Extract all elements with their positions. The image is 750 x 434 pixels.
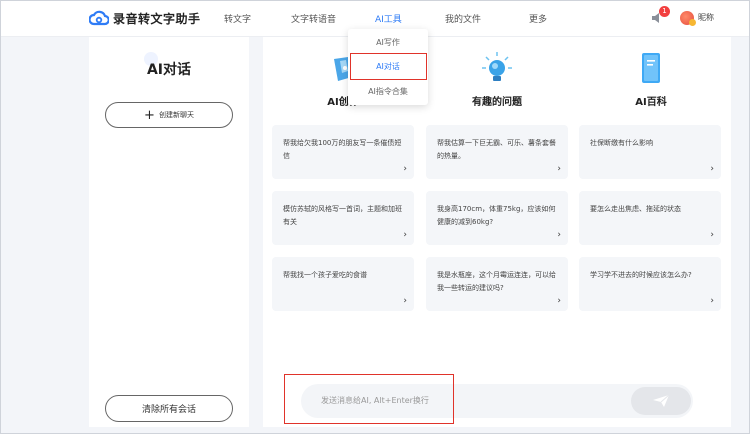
prompt-card[interactable]: 模仿苏轼的风格写一首词，主题和加班有关 ›: [272, 191, 414, 245]
book-icon: [642, 53, 660, 83]
nav-item-more[interactable]: 更多: [529, 12, 547, 25]
dropdown-selection-highlight: [350, 53, 427, 80]
chat-input-highlight: [284, 374, 454, 424]
clear-all-sessions-button[interactable]: 清除所有会话: [105, 395, 233, 422]
new-chat-button[interactable]: + 创建新聊天: [105, 102, 233, 128]
prompt-text: 帮我给欠我100万的朋友写一条催债短信: [283, 139, 402, 160]
chevron-right-icon: ›: [403, 230, 407, 240]
sidebar: AI对话 + 创建新聊天 清除所有会话: [89, 37, 249, 427]
vip-badge-icon: [689, 19, 696, 26]
prompt-card[interactable]: 我是水瓶座，这个月霉运连连，可以给我一些转运的建议吗? ›: [426, 257, 568, 311]
chevron-right-icon: ›: [710, 164, 714, 174]
notification-badge: 1: [659, 6, 670, 17]
prompt-text: 要怎么走出焦虑、拖延的状态: [590, 205, 681, 213]
dropdown-item-ai-prompts[interactable]: AI指令合集: [348, 86, 428, 97]
prompt-text: 学习学不进去的时候应该怎么办?: [590, 271, 692, 279]
sidebar-title: AI对话: [146, 62, 192, 78]
plus-icon: +: [144, 107, 155, 123]
send-icon: [653, 394, 670, 407]
main-panel: AI创作 有趣的问题 AI百科 帮我给欠我100万的朋友写一条催债短信 › 帮我…: [263, 37, 731, 427]
send-button[interactable]: [631, 387, 691, 415]
nav-item-ai-tools[interactable]: AI工具: [375, 12, 402, 25]
chevron-right-icon: ›: [557, 164, 561, 174]
chevron-right-icon: ›: [710, 296, 714, 306]
chevron-right-icon: ›: [403, 296, 407, 306]
category-title: AI百科: [635, 97, 667, 108]
chevron-right-icon: ›: [557, 230, 561, 240]
app-logo[interactable]: 录音转文字助手: [89, 9, 201, 27]
category-ai-encyclopedia[interactable]: AI百科: [581, 51, 721, 108]
prompt-card[interactable]: 我身高170cm，体重75kg，应该如何健康的减到60kg? ›: [426, 191, 568, 245]
app-name: 录音转文字助手: [113, 11, 201, 26]
lightbulb-icon: [482, 52, 512, 81]
prompt-card[interactable]: 帮我给欠我100万的朋友写一条催债短信 ›: [272, 125, 414, 179]
prompt-text: 帮我找一个孩子爱吃的食谱: [283, 271, 367, 279]
prompt-card[interactable]: 帮我估算一下巨无霸、可乐、薯条套餐的热量。 ›: [426, 125, 568, 179]
chevron-right-icon: ›: [403, 164, 407, 174]
chevron-right-icon: ›: [710, 230, 714, 240]
prompt-text: 模仿苏轼的风格写一首词，主题和加班有关: [283, 205, 402, 226]
nav-item-text-to-speech[interactable]: 文字转语音: [291, 12, 336, 25]
nav-item-transcribe[interactable]: 转文字: [224, 12, 251, 25]
prompt-card[interactable]: 要怎么走出焦虑、拖延的状态 ›: [579, 191, 721, 245]
prompt-card[interactable]: 社保断缴有什么影响 ›: [579, 125, 721, 179]
new-chat-label: 创建新聊天: [158, 111, 194, 119]
prompt-card[interactable]: 学习学不进去的时候应该怎么办? ›: [579, 257, 721, 311]
cloud-logo-icon: [89, 10, 109, 26]
category-title: 有趣的问题: [472, 97, 522, 108]
prompt-card[interactable]: 帮我找一个孩子爱吃的食谱 ›: [272, 257, 414, 311]
prompt-text: 帮我估算一下巨无霸、可乐、薯条套餐的热量。: [437, 139, 556, 160]
dropdown-item-ai-writing[interactable]: AI写作: [348, 37, 428, 48]
prompt-text: 社保断缴有什么影响: [590, 139, 653, 147]
nav-item-my-files[interactable]: 我的文件: [445, 12, 481, 25]
prompt-text: 我是水瓶座，这个月霉运连连，可以给我一些转运的建议吗?: [437, 271, 556, 292]
username[interactable]: 昵称: [698, 12, 714, 23]
prompt-text: 我身高170cm，体重75kg，应该如何健康的减到60kg?: [437, 205, 556, 226]
right-gutter: [736, 37, 749, 427]
chevron-right-icon: ›: [557, 296, 561, 306]
category-fun-questions[interactable]: 有趣的问题: [427, 51, 567, 108]
